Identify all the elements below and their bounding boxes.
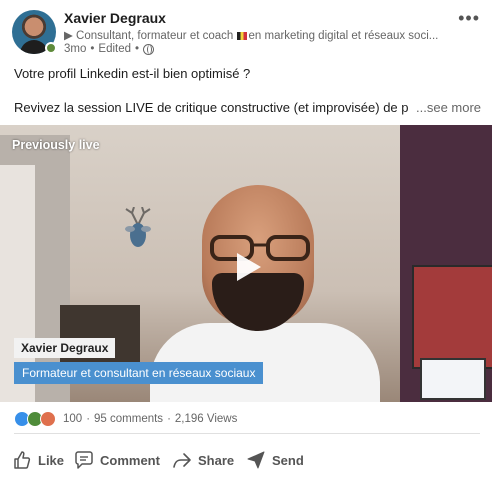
reactions-count[interactable]: 100: [63, 413, 82, 425]
post-text-line2: Revivez la session LIVE de critique cons…: [14, 100, 409, 115]
action-bar: Like Comment Share Send: [0, 446, 492, 474]
headline-text: ▶ Consultant, formateur et coach: [64, 30, 234, 42]
edited-label: Edited: [98, 43, 132, 55]
belgium-flag-icon: [236, 32, 247, 40]
send-icon: [247, 451, 265, 469]
comment-button[interactable]: Comment: [74, 446, 160, 474]
author-headline: ▶ Consultant, formateur et coach en mark…: [64, 28, 452, 42]
like-label: Like: [38, 452, 65, 468]
headline-text-rest: en marketing digital et réseaux soci...: [248, 30, 439, 42]
author-name[interactable]: Xavier Degraux: [64, 10, 166, 26]
comment-label: Comment: [100, 452, 160, 468]
monitor: [420, 358, 486, 400]
post-meta: 3mo • Edited •: [64, 43, 155, 55]
divider: [14, 433, 480, 434]
play-icon[interactable]: [227, 247, 267, 287]
post-age: 3mo: [64, 43, 87, 55]
like-button[interactable]: Like: [12, 446, 64, 474]
share-icon: [173, 453, 191, 468]
video-player[interactable]: Previously live Xavier Degraux Formateur…: [0, 125, 492, 402]
post-menu-button[interactable]: •••: [458, 8, 480, 29]
wall-poster: [412, 265, 492, 369]
feed-post-card: Xavier Degraux ▶ Consultant, formateur e…: [0, 0, 492, 484]
views-count: 2,196 Views: [174, 413, 238, 425]
comments-count[interactable]: 95 comments: [94, 413, 163, 425]
thumbs-up-icon: [14, 451, 31, 469]
comment-icon: [75, 451, 93, 469]
post-text-line1: Votre profil Linkedin est-il bien optimi…: [14, 66, 251, 81]
share-button[interactable]: Share: [172, 446, 234, 474]
send-label: Send: [272, 452, 304, 468]
social-counts[interactable]: 100 · 95 comments · 2,196 Views: [14, 411, 237, 427]
love-icon: [40, 411, 56, 427]
lower-third-name: Xavier Degraux: [14, 338, 116, 358]
previously-live-label: Previously live: [12, 138, 100, 152]
share-label: Share: [198, 452, 235, 468]
send-button[interactable]: Send: [246, 446, 304, 474]
see-more-link[interactable]: ...see more: [414, 100, 482, 115]
lower-third-title: Formateur et consultant en réseaux socia…: [14, 362, 264, 384]
presence-indicator: [45, 42, 57, 54]
globe-icon: [143, 43, 155, 55]
post-header: Xavier Degraux ▶ Consultant, formateur e…: [0, 0, 492, 60]
